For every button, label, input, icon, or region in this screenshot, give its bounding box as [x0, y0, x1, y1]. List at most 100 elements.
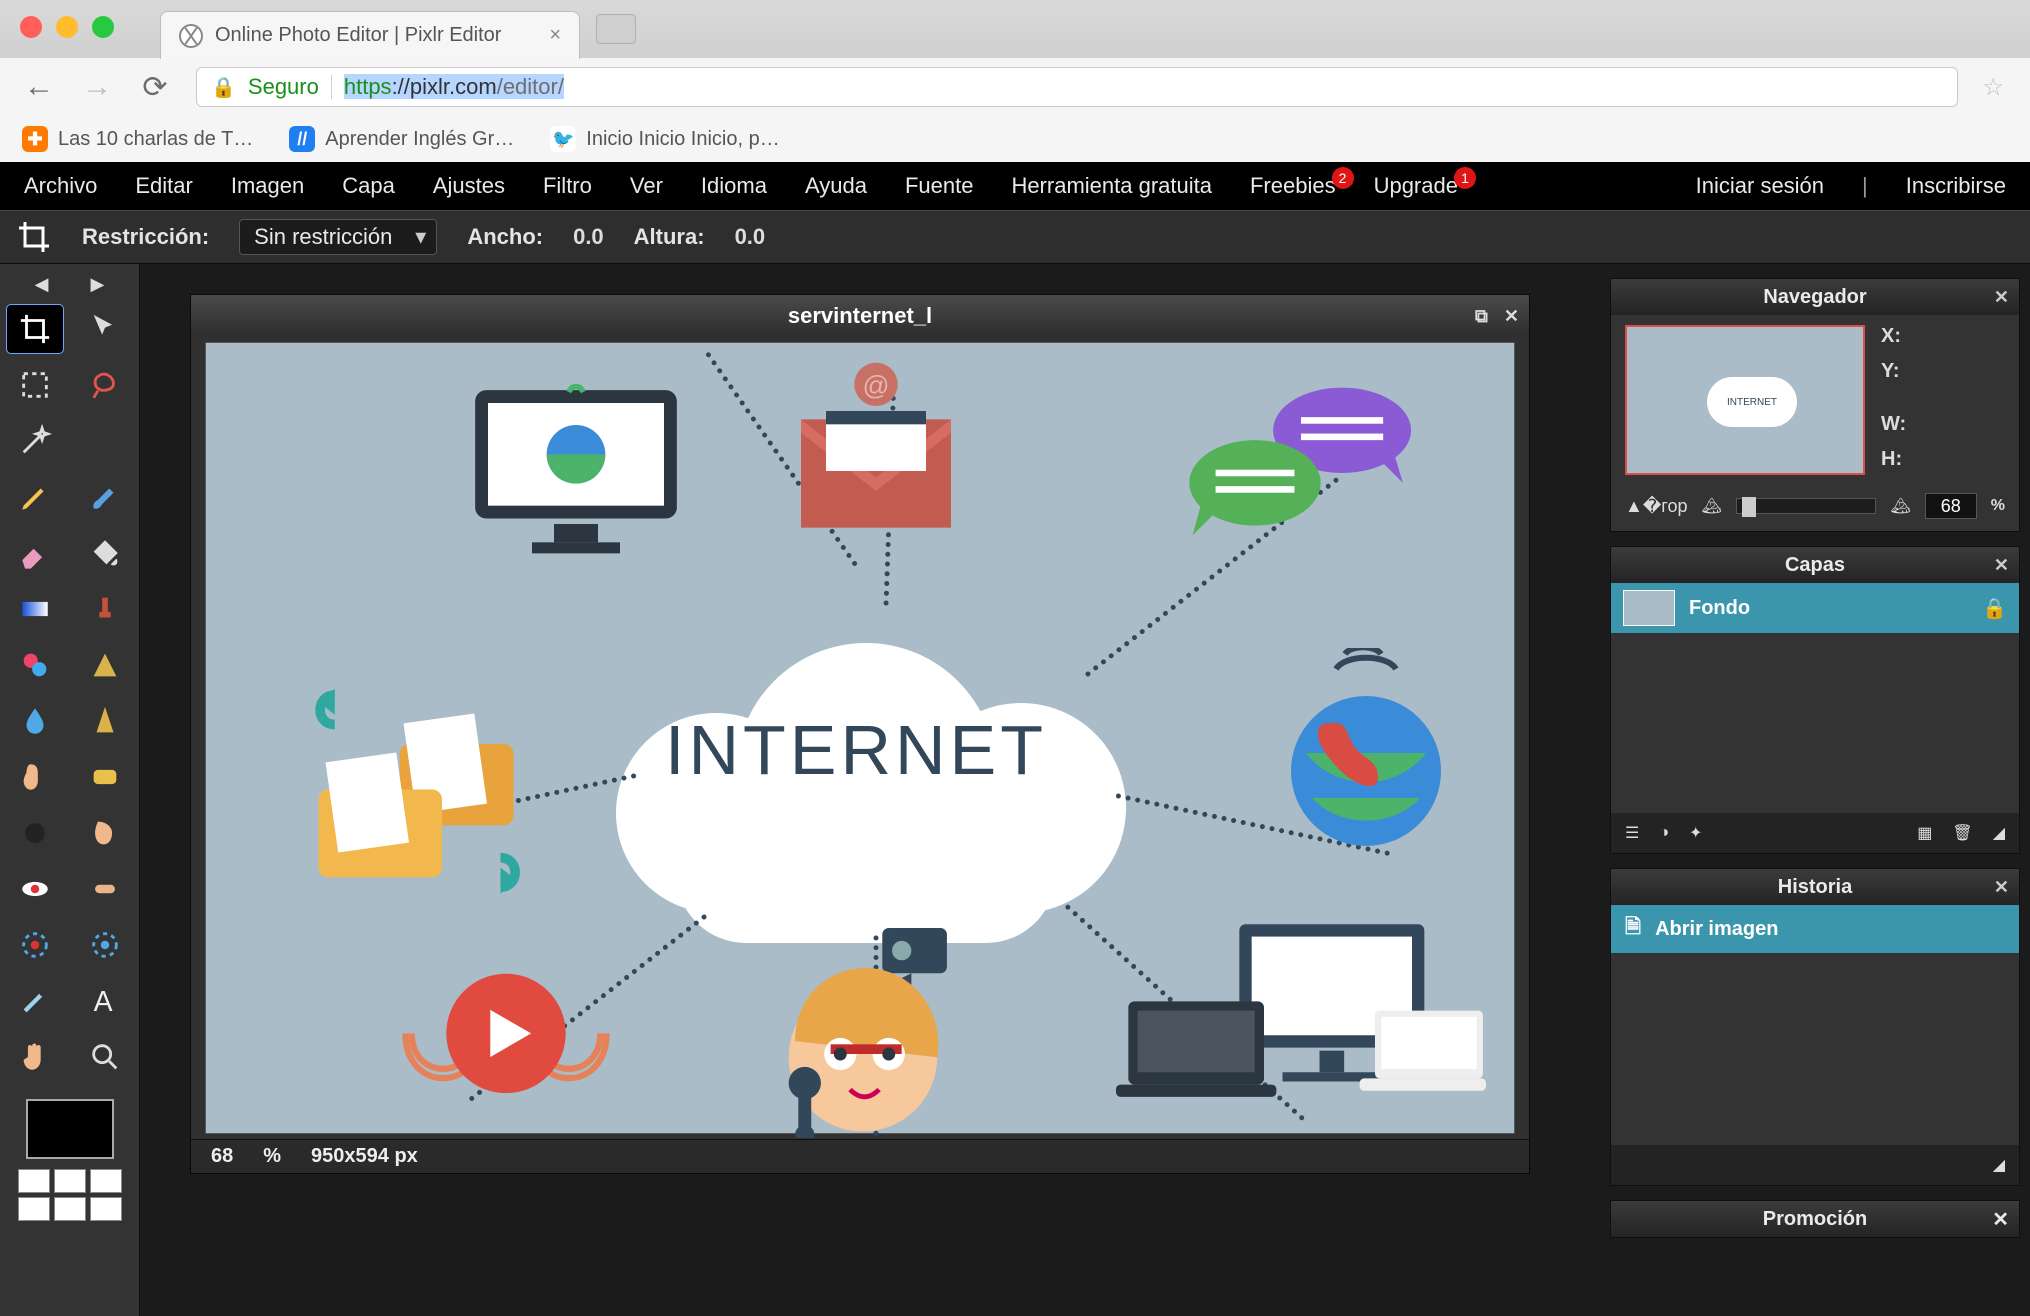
reload-button[interactable]: ⟳ — [138, 70, 172, 105]
tool-burn[interactable] — [77, 809, 133, 857]
window-close-icon[interactable]: ✕ — [1504, 306, 1519, 327]
back-button[interactable]: ← — [22, 70, 56, 104]
browser-tab[interactable]: Online Photo Editor | Pixlr Editor × — [160, 11, 580, 59]
tool-stamp[interactable] — [77, 585, 133, 633]
swatch-grid[interactable] — [15, 1169, 125, 1221]
zoom-input[interactable] — [1925, 493, 1977, 519]
menu-herramienta-gratuita[interactable]: Herramienta gratuita — [1011, 173, 1212, 199]
tool-lasso[interactable] — [77, 361, 133, 409]
height-value[interactable]: 0.0 — [735, 224, 766, 250]
lock-icon[interactable]: 🔒 — [1982, 596, 2007, 621]
tool-blur[interactable] — [7, 697, 63, 745]
bookmark-item-2[interactable]: // Aprender Inglés Gr… — [289, 126, 514, 152]
menu-ayuda[interactable]: Ayuda — [805, 173, 867, 199]
close-window-button[interactable] — [20, 16, 42, 38]
tool-move[interactable] — [77, 305, 133, 353]
tool-color-replace[interactable] — [7, 641, 63, 689]
tool-picker[interactable] — [7, 977, 63, 1025]
layers-panel: Capas ✕ Fondo 🔒 ☰ ◑ ✦ ▦ 🗑 — [1610, 546, 2020, 854]
tool-dodge[interactable] — [7, 809, 63, 857]
tool-spot-heal[interactable] — [77, 865, 133, 913]
layer-new-icon[interactable]: ▦ — [1917, 823, 1932, 843]
panel-resize-icon[interactable]: ◢ — [1993, 1155, 2005, 1175]
navigator-thumbnail[interactable]: INTERNET — [1625, 325, 1865, 475]
menu-filtro[interactable]: Filtro — [543, 173, 592, 199]
address-bar[interactable]: 🔒 Seguro https://pixlr.com/editor/ — [196, 67, 1958, 107]
tool-wand[interactable] — [7, 417, 63, 465]
maximize-window-button[interactable] — [92, 16, 114, 38]
tool-hand[interactable] — [7, 1033, 63, 1081]
bookmark-item-3[interactable]: 🐦 Inicio Inicio Inicio, p… — [550, 126, 779, 152]
menu-fuente[interactable]: Fuente — [905, 173, 974, 199]
image-canvas[interactable]: INTERNET — [191, 337, 1529, 1139]
color-swatches[interactable] — [15, 1099, 125, 1221]
open-image-icon: 🗎 — [1625, 912, 1641, 946]
height-label: Altura: — [634, 224, 705, 250]
tool-type[interactable]: A — [77, 977, 133, 1025]
navigator-panel-header[interactable]: Navegador ✕ — [1611, 279, 2019, 315]
tool-smudge[interactable] — [7, 753, 63, 801]
tool-zoom[interactable] — [77, 1033, 133, 1081]
menu-freebies[interactable]: Freebies 2 — [1250, 173, 1336, 199]
signup-link[interactable]: Inscribirse — [1906, 173, 2006, 199]
layer-mask-icon[interactable]: ◑ — [1659, 824, 1669, 842]
close-icon[interactable]: ✕ — [1994, 877, 2009, 898]
node-monitor — [466, 383, 686, 563]
panel-resize-icon[interactable]: ◢ — [1993, 823, 2005, 843]
tool-gradient[interactable] — [7, 585, 63, 633]
bookmarks-bar: ✚ Las 10 charlas de T… // Aprender Inglé… — [0, 116, 2030, 162]
promo-panel-header[interactable]: Promoción ✕ — [1611, 1201, 2019, 1237]
layer-settings-icon[interactable]: ☰ — [1625, 823, 1639, 843]
width-value[interactable]: 0.0 — [573, 224, 604, 250]
tool-sharpen[interactable] — [77, 697, 133, 745]
menu-ver[interactable]: Ver — [630, 173, 663, 199]
tab-close-icon[interactable]: × — [549, 24, 561, 47]
menu-ajustes[interactable]: Ajustes — [433, 173, 505, 199]
menu-archivo[interactable]: Archivo — [24, 173, 97, 199]
layer-fx-icon[interactable]: ✦ — [1689, 823, 1702, 843]
foreground-color-swatch[interactable] — [26, 1099, 114, 1159]
close-icon[interactable]: ✕ — [1994, 555, 2009, 576]
layers-panel-header[interactable]: Capas ✕ — [1611, 547, 2019, 583]
close-icon[interactable]: ✕ — [1992, 1207, 2009, 1232]
zoom-out-icon[interactable]: ▲�гор — [1625, 496, 1687, 517]
node-video — [396, 943, 616, 1123]
tool-pencil[interactable] — [7, 473, 63, 521]
palette-pager[interactable]: ◀▶ — [35, 274, 105, 295]
chevron-left-icon[interactable]: ◀ — [35, 274, 49, 295]
tool-red-eye[interactable] — [7, 865, 63, 913]
menu-editar[interactable]: Editar — [135, 173, 192, 199]
minimize-window-button[interactable] — [56, 16, 78, 38]
image-titlebar[interactable]: servinternet_l ⧉ ✕ — [191, 295, 1529, 337]
layer-delete-icon[interactable]: 🗑 — [1952, 823, 1972, 843]
tool-brush[interactable] — [77, 473, 133, 521]
tool-draw-shape[interactable] — [77, 641, 133, 689]
window-restore-icon[interactable]: ⧉ — [1475, 306, 1488, 327]
new-tab-button[interactable] — [596, 14, 636, 44]
zoom-slider[interactable] — [1736, 498, 1877, 514]
login-link[interactable]: Iniciar sesión — [1696, 173, 1824, 199]
tool-pinch[interactable] — [77, 921, 133, 969]
restriction-select[interactable]: Sin restricción — [239, 219, 437, 255]
image-window[interactable]: servinternet_l ⧉ ✕ INTERN — [190, 294, 1530, 1174]
history-panel-header[interactable]: Historia ✕ — [1611, 869, 2019, 905]
tool-paint-bucket[interactable] — [77, 529, 133, 577]
tool-crop[interactable] — [7, 305, 63, 353]
tool-eraser[interactable] — [7, 529, 63, 577]
chevron-right-icon[interactable]: ▶ — [91, 274, 105, 295]
bookmark-star-icon[interactable]: ☆ — [1982, 73, 2004, 102]
layer-row-background[interactable]: Fondo 🔒 — [1611, 583, 2019, 633]
history-item[interactable]: 🗎 Abrir imagen — [1611, 905, 2019, 953]
tool-sponge[interactable] — [77, 753, 133, 801]
menu-imagen[interactable]: Imagen — [231, 173, 304, 199]
cloud-shape: INTERNET — [576, 603, 1136, 923]
navigator-panel: Navegador ✕ INTERNET X: Y: W: H: — [1610, 278, 2020, 532]
close-icon[interactable]: ✕ — [1994, 287, 2009, 308]
menu-capa[interactable]: Capa — [342, 173, 395, 199]
tool-bloat[interactable] — [7, 921, 63, 969]
menu-idioma[interactable]: Idioma — [701, 173, 767, 199]
tool-marquee[interactable] — [7, 361, 63, 409]
window-controls[interactable] — [20, 16, 114, 38]
bookmark-item-1[interactable]: ✚ Las 10 charlas de T… — [22, 126, 253, 152]
menu-upgrade[interactable]: Upgrade 1 — [1374, 173, 1458, 199]
